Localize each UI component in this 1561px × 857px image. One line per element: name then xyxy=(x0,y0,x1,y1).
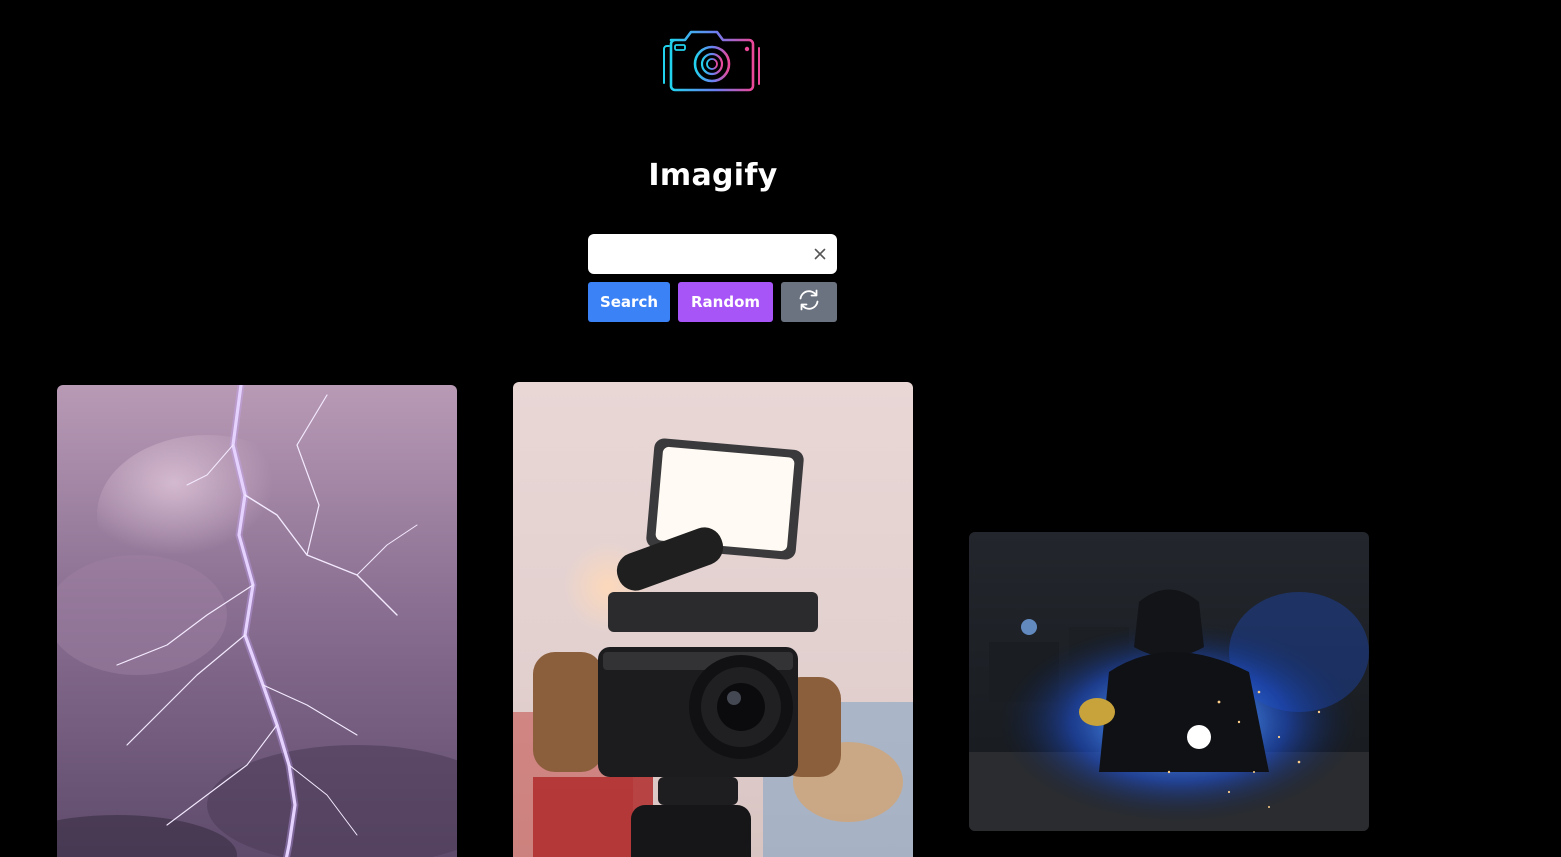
gallery-image-lightning[interactable] xyxy=(57,385,457,857)
gallery-image-welder[interactable] xyxy=(969,532,1369,831)
random-button-label: Random xyxy=(690,293,761,311)
gallery-image-camera-rig[interactable] xyxy=(513,382,913,857)
search-box xyxy=(588,234,837,274)
random-button[interactable]: Random xyxy=(678,282,773,322)
search-button-label: Search xyxy=(599,293,659,311)
camera-logo-icon xyxy=(651,22,777,106)
app-page: Imagify Search Random xyxy=(0,0,1561,857)
refresh-button[interactable] xyxy=(781,282,837,322)
search-input[interactable] xyxy=(588,234,808,274)
app-title: Imagify xyxy=(648,158,778,193)
search-button[interactable]: Search xyxy=(588,282,670,322)
close-icon[interactable] xyxy=(811,245,829,263)
refresh-icon xyxy=(796,288,822,316)
